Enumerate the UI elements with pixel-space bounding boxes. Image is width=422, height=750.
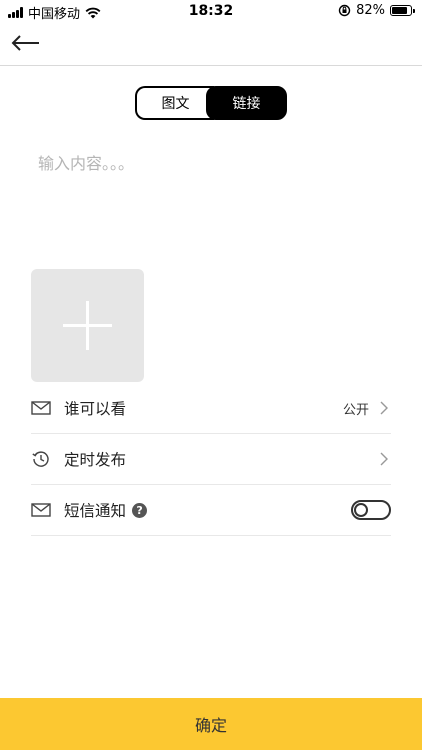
toggle-knob bbox=[354, 503, 368, 517]
nav-bar bbox=[0, 22, 422, 66]
battery-percent: 82% bbox=[356, 3, 385, 18]
tab-link[interactable]: 链接 bbox=[206, 86, 287, 120]
content-input[interactable] bbox=[38, 150, 388, 250]
content-type-segmented-control: 图文 链接 bbox=[135, 86, 287, 120]
chevron-right-icon bbox=[380, 401, 388, 415]
back-arrow-icon[interactable] bbox=[10, 29, 42, 57]
battery-fill bbox=[392, 7, 407, 14]
status-right: 82% bbox=[338, 3, 415, 18]
confirm-button[interactable]: 确定 bbox=[0, 698, 422, 750]
orientation-lock-icon bbox=[338, 4, 351, 17]
battery-icon bbox=[390, 5, 415, 16]
sms-notification-toggle[interactable] bbox=[351, 500, 391, 520]
tab-image-text[interactable]: 图文 bbox=[135, 86, 214, 120]
history-icon bbox=[32, 451, 49, 467]
who-can-see-row[interactable]: 谁可以看 公开 bbox=[31, 383, 391, 434]
mail-icon bbox=[31, 503, 51, 517]
who-can-see-label: 谁可以看 bbox=[64, 400, 127, 418]
sms-notification-label: 短信通知 bbox=[64, 502, 127, 520]
scheduled-publish-label: 定时发布 bbox=[64, 451, 127, 469]
add-image-button[interactable] bbox=[31, 269, 144, 382]
status-bar: 中国移动 18:32 82% bbox=[0, 0, 422, 22]
sms-notification-row: 短信通知 ? bbox=[31, 485, 391, 536]
who-can-see-value: 公开 bbox=[342, 402, 369, 418]
mail-icon bbox=[31, 401, 51, 415]
help-icon[interactable]: ? bbox=[132, 502, 148, 518]
scheduled-publish-row[interactable]: 定时发布 bbox=[31, 434, 391, 485]
chevron-right-icon bbox=[380, 452, 388, 466]
